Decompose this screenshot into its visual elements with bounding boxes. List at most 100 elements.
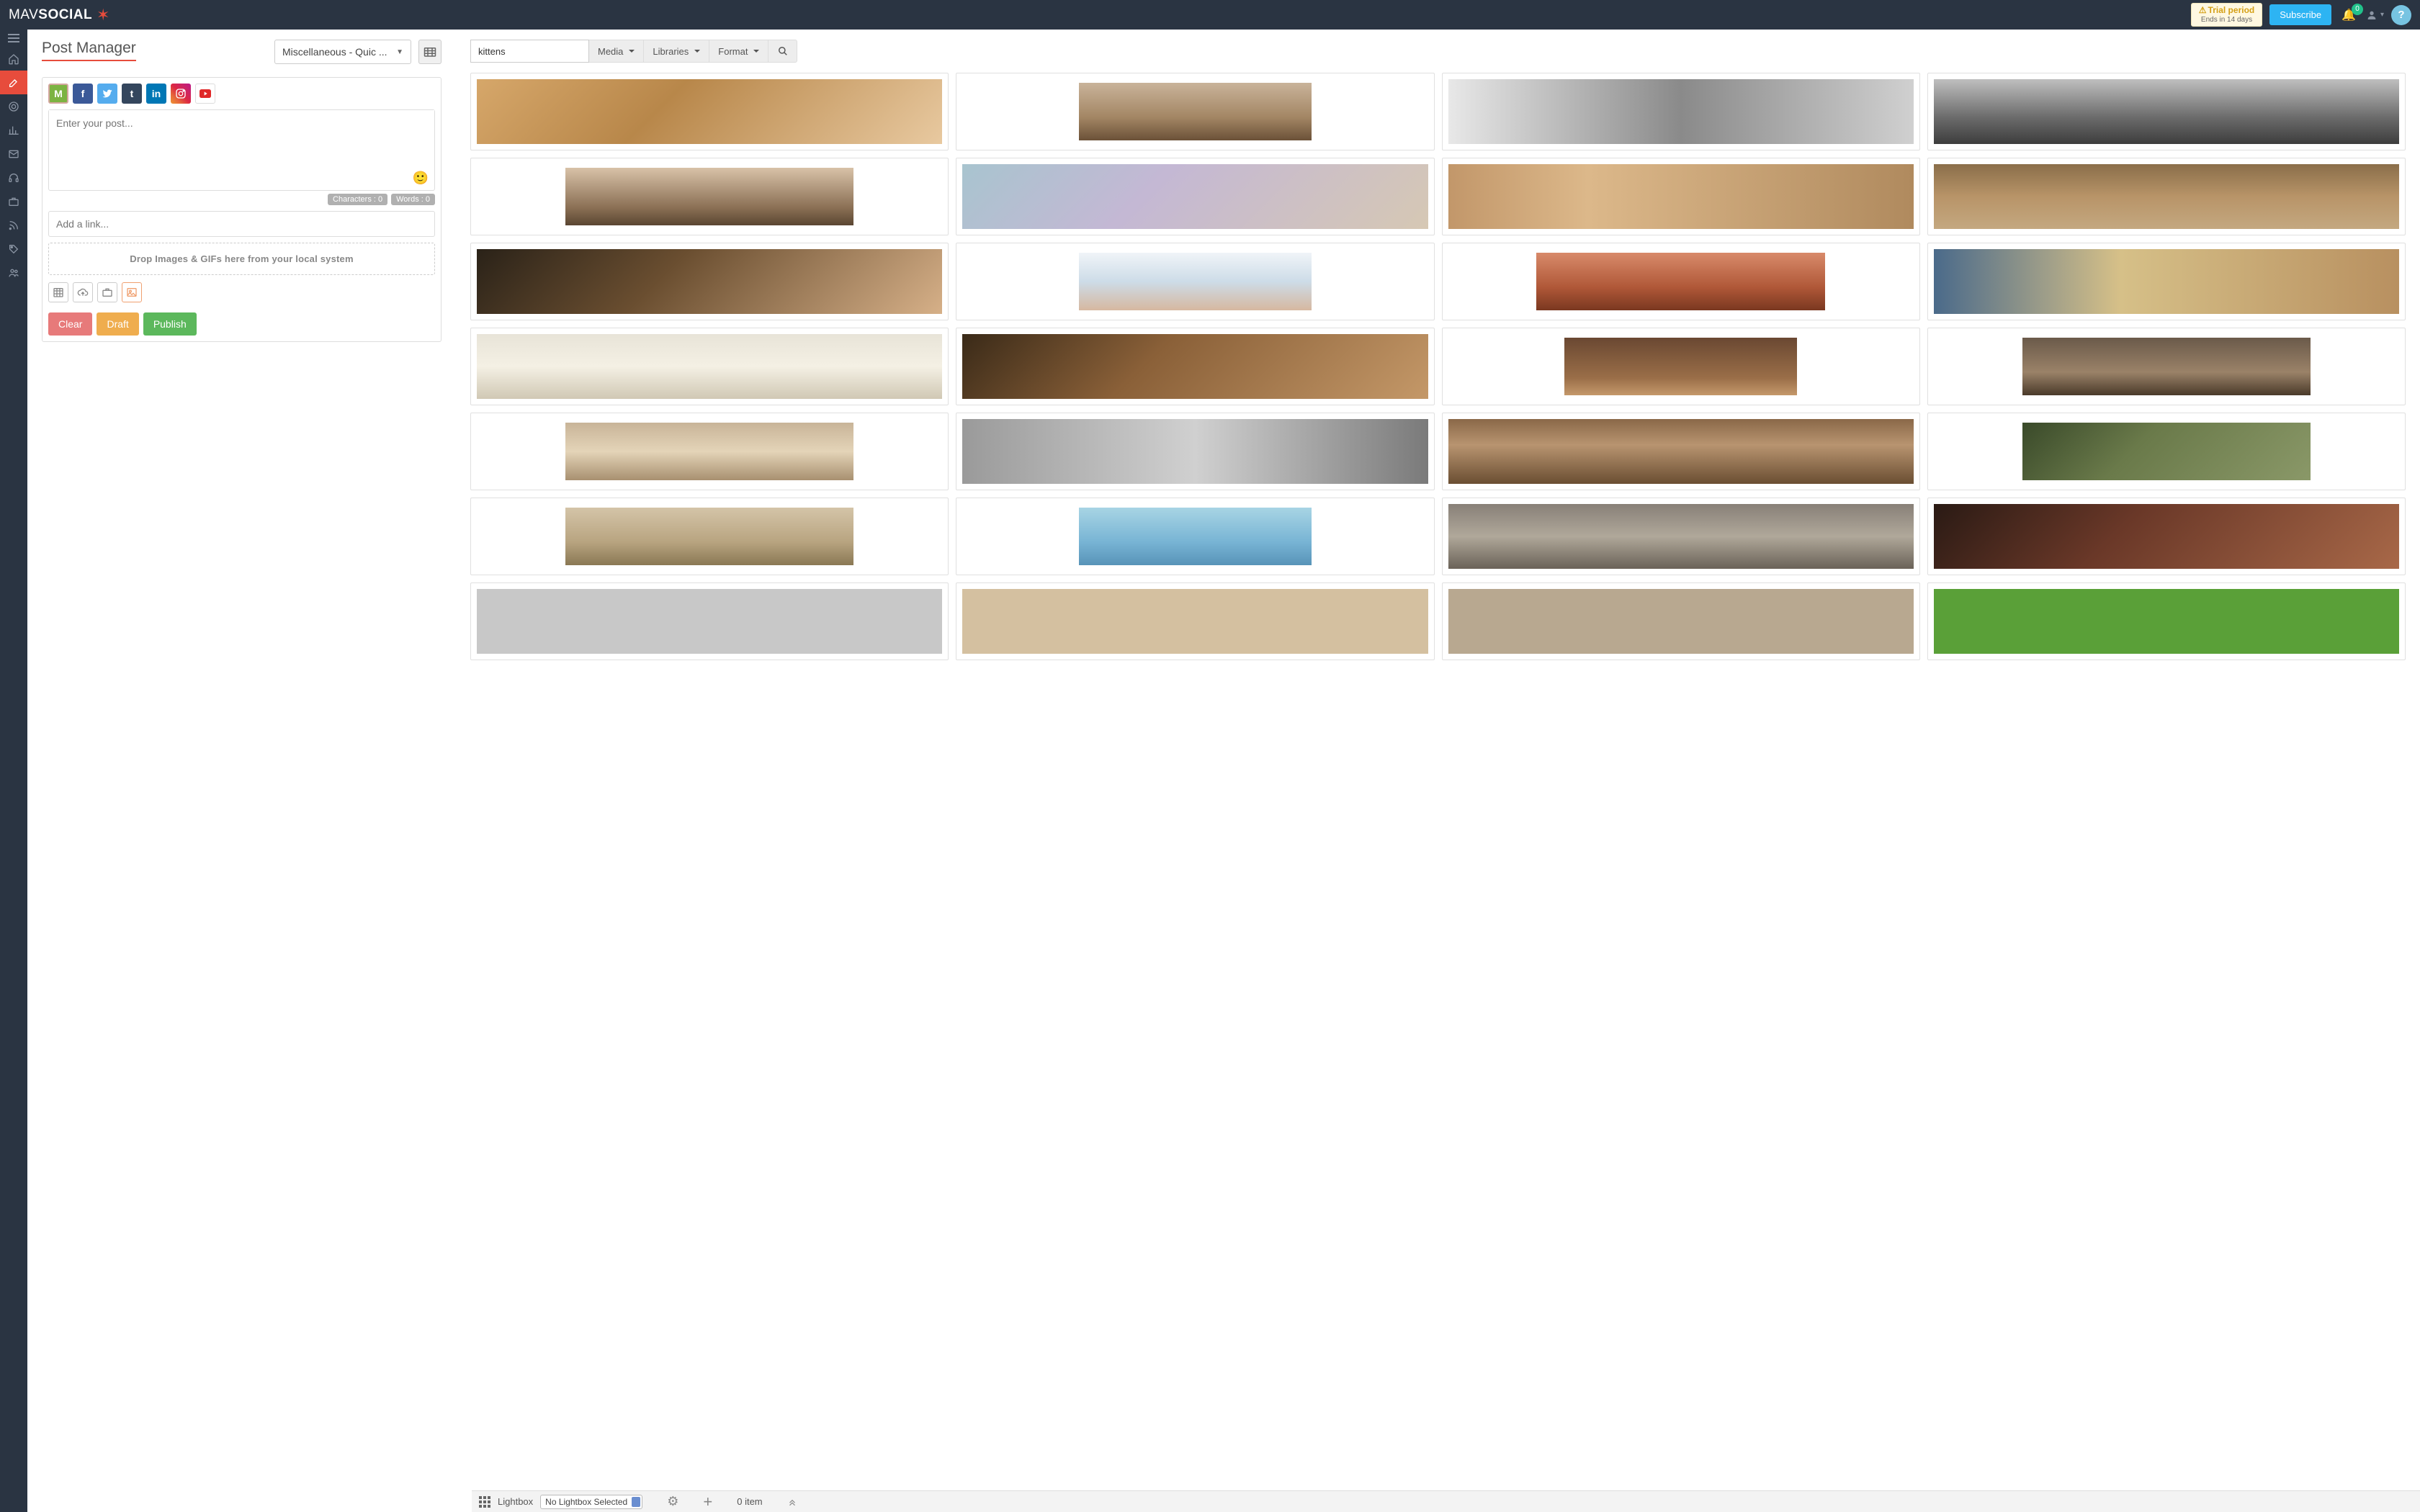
media-dropzone[interactable]: Drop Images & GIFs here from your local … [48,243,435,275]
media-thumbnail[interactable] [470,413,949,490]
sidebar-item-inbox[interactable] [0,142,27,166]
sidebar-item-home[interactable] [0,47,27,71]
media-thumbnail[interactable] [1442,413,1920,490]
media-thumbnail[interactable] [1927,328,2406,405]
lightbox-bottom-bar: Lightbox No Lightbox Selected ⚙ + 0 item [472,1490,2420,1512]
media-thumbnail[interactable] [1927,73,2406,150]
media-thumbnail[interactable] [1927,158,2406,235]
clear-button[interactable]: Clear [48,312,92,336]
publish-button[interactable]: Publish [143,312,197,336]
logo-mav: MAV [9,7,38,22]
lightbox-expand-button[interactable] [787,1497,797,1507]
sidebar-toggle[interactable] [0,30,27,47]
sidebar-item-analytics[interactable] [0,118,27,142]
thumbnail-image [962,419,1428,484]
channel-mavsocial[interactable]: M [48,84,68,104]
campaign-dropdown[interactable]: Miscellaneous - Quic ... ▼ [274,40,411,64]
channel-facebook[interactable]: f [73,84,93,104]
media-thumbnail[interactable] [470,328,949,405]
thumbnail-image [1934,164,2399,229]
media-thumbnail[interactable] [956,498,1434,575]
lightbox-settings-button[interactable]: ⚙ [667,1494,678,1509]
emoji-picker-button[interactable]: 🙂 [413,171,429,186]
channel-tumblr[interactable]: t [122,84,142,104]
media-thumbnail[interactable] [1442,243,1920,320]
instagram-icon [175,88,187,99]
sidebar-item-listening[interactable] [0,166,27,189]
sidebar-item-compose[interactable] [0,71,27,94]
media-thumbnail[interactable] [470,582,949,660]
channel-linkedin[interactable]: in [146,84,166,104]
thumbnail-image [477,334,942,399]
sidebar-item-team[interactable] [0,261,27,284]
briefcase-icon [102,287,113,298]
word-counter: Words : 0 [391,194,435,205]
library-button[interactable] [97,282,117,302]
thumbnail-image [1079,253,1312,310]
trial-subtitle: Ends in 14 days [2199,16,2254,24]
media-thumbnail[interactable] [956,328,1434,405]
channel-youtube[interactable] [195,84,215,104]
help-button[interactable]: ? [2391,5,2411,25]
media-thumbnail[interactable] [470,243,949,320]
calendar-view-button[interactable] [418,40,442,64]
media-thumbnail[interactable] [956,582,1434,660]
media-thumbnail[interactable] [1927,498,2406,575]
search-input[interactable] [470,40,589,63]
image-search-button[interactable] [122,282,142,302]
target-icon [8,101,19,112]
media-thumbnail[interactable] [956,413,1434,490]
media-thumbnail[interactable] [1442,328,1920,405]
calendar-icon [424,46,436,58]
subscribe-button[interactable]: Subscribe [2269,4,2331,25]
media-thumbnail[interactable] [1927,243,2406,320]
media-thumbnail[interactable] [1927,413,2406,490]
sidebar-item-assets[interactable] [0,189,27,213]
media-thumbnail[interactable] [1927,582,2406,660]
upload-button[interactable] [73,282,93,302]
hamburger-icon [8,34,19,42]
sidebar-item-feeds[interactable] [0,213,27,237]
social-channel-row: M f t in [48,84,435,104]
user-menu[interactable]: ▾ [2366,9,2384,21]
draft-button[interactable]: Draft [97,312,138,336]
media-thumbnail[interactable] [470,158,949,235]
filter-format-dropdown[interactable]: Format [709,40,768,63]
thumbnail-image [1448,504,1914,569]
sidebar-item-tags[interactable] [0,237,27,261]
channel-twitter[interactable] [97,84,117,104]
thumbnail-image [1448,79,1914,144]
composer-box: M f t in 🙂 Characters : 0 Words : 0 [42,77,442,342]
media-thumbnail[interactable] [470,73,949,150]
media-thumbnail[interactable] [470,498,949,575]
top-navbar: MAVSOCIAL ✶ ⚠Trial period Ends in 14 day… [0,0,2420,30]
headphones-icon [8,172,19,184]
media-thumbnail[interactable] [1442,158,1920,235]
media-thumbnail[interactable] [956,243,1434,320]
media-thumbnail[interactable] [1442,498,1920,575]
thumbnail-image [565,168,854,225]
media-thumbnail[interactable] [1442,582,1920,660]
thumbnail-image [962,164,1428,229]
filter-media-dropdown[interactable]: Media [589,40,644,63]
channel-instagram[interactable] [171,84,191,104]
lightbox-select[interactable]: No Lightbox Selected [540,1495,642,1509]
notifications-button[interactable]: 🔔 0 [2339,8,2359,22]
trial-period-badge[interactable]: ⚠Trial period Ends in 14 days [2191,3,2262,26]
composer-action-row: Clear Draft Publish [48,312,435,336]
filter-libraries-dropdown[interactable]: Libraries [644,40,709,63]
lightbox-add-button[interactable]: + [703,1493,712,1511]
schedule-button[interactable] [48,282,68,302]
media-thumbnail[interactable] [956,158,1434,235]
thumbnail-image [1934,504,2399,569]
briefcase-icon [8,196,19,207]
media-thumbnail[interactable] [956,73,1434,150]
media-thumbnail[interactable] [1442,73,1920,150]
brand-logo[interactable]: MAVSOCIAL ✶ [9,6,109,24]
search-button[interactable] [768,40,797,63]
sidebar-item-target[interactable] [0,94,27,118]
link-input[interactable] [48,211,435,237]
post-textarea[interactable] [49,110,434,188]
grid-view-icon[interactable] [479,1496,490,1508]
thumbnail-image [1934,79,2399,144]
